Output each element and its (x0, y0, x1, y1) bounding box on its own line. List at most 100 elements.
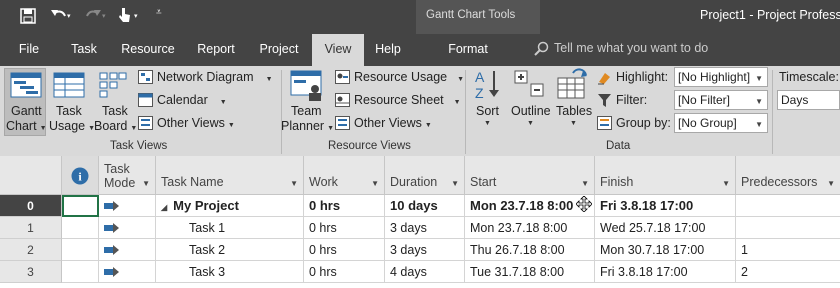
task-name-cell[interactable]: Task 3 (156, 261, 304, 283)
tab-report[interactable]: Report (188, 34, 244, 66)
start-cell[interactable]: Tue 31.7.18 8:00 (465, 261, 595, 283)
timescale-combo[interactable]: Days (777, 90, 840, 110)
highlight-combo[interactable]: [No Highlight] ▼ (674, 67, 768, 87)
work-cell[interactable]: 0 hrs (304, 195, 385, 217)
resource-sheet-button[interactable]: Resource Sheet ▼ (354, 93, 461, 107)
start-cell[interactable]: Thu 26.7.18 8:00 (465, 239, 595, 261)
task-board-label-2[interactable]: Board ▼ (94, 119, 137, 133)
task-name-cell[interactable]: Task 2 (156, 239, 304, 261)
team-planner-label-1[interactable]: Team (291, 104, 322, 118)
tab-task[interactable]: Task (62, 34, 106, 66)
indicator-cell-selected[interactable] (62, 195, 99, 217)
task-mode-cell[interactable] (99, 239, 156, 261)
predecessors-header[interactable]: Predecessors ▼ (736, 156, 840, 195)
save-icon[interactable] (20, 8, 36, 24)
row-header[interactable]: 3 (0, 261, 62, 283)
finish-cell[interactable]: Fri 3.8.18 17:00 (595, 261, 736, 283)
sort-dropdown-icon[interactable]: ▼ (484, 120, 491, 127)
task-mode-cell[interactable] (99, 195, 156, 217)
duration-cell[interactable]: 4 days (385, 261, 465, 283)
tables-button[interactable]: Tables (556, 104, 592, 118)
filter-combo[interactable]: [No Filter] ▼ (674, 90, 768, 110)
svg-text:▾: ▾ (67, 13, 71, 20)
network-diagram-button[interactable]: Network Diagram ▼ (157, 70, 273, 84)
indicator-cell[interactable] (62, 217, 99, 239)
task-usage-label-2[interactable]: Usage ▼ (49, 119, 95, 133)
resource-views-group-label: Resource Views (328, 140, 411, 152)
other-resource-views-button[interactable]: Other Views ▼ (354, 116, 432, 130)
timescale-label: Timescale: (779, 70, 839, 84)
sort-button[interactable]: Sort (476, 104, 499, 118)
task-name-header[interactable]: Task Name ▼ (156, 156, 304, 195)
task-name-cell[interactable]: Task 1 (156, 217, 304, 239)
indicator-cell[interactable] (62, 261, 99, 283)
data-group-label: Data (606, 140, 631, 152)
team-planner-label-2[interactable]: Planner ▼ (281, 119, 334, 133)
svg-text:A: A (475, 69, 485, 85)
outline-icon (514, 70, 544, 97)
filter-label: Filter: (616, 93, 648, 107)
tables-dropdown-icon[interactable]: ▼ (570, 120, 577, 127)
highlight-label: Highlight: (616, 70, 669, 84)
svg-text:Z: Z (475, 85, 484, 100)
group-by-combo[interactable]: [No Group] ▼ (674, 113, 768, 133)
work-cell[interactable]: 0 hrs (304, 261, 385, 283)
finish-cell[interactable]: Fri 3.8.18 17:00 (595, 195, 736, 217)
undo-icon[interactable]: ▾ (50, 7, 72, 23)
tab-resource[interactable]: Resource (112, 34, 184, 66)
row-header[interactable]: 0 (0, 195, 62, 217)
group-separator (281, 70, 282, 154)
other-views-button[interactable]: Other Views ▼ (157, 116, 235, 130)
tell-me-input[interactable]: Tell me what you want to do (554, 41, 708, 55)
predecessors-cell[interactable] (736, 195, 840, 217)
calendar-button[interactable]: Calendar ▼ (157, 93, 227, 107)
predecessors-cell[interactable]: 1 (736, 239, 840, 261)
task-usage-icon (53, 72, 85, 98)
task-mode-header[interactable]: Task Mode ▼ (99, 156, 156, 195)
group-separator (465, 70, 466, 154)
filter-icon (598, 94, 611, 107)
outline-dropdown-icon[interactable]: ▼ (527, 120, 534, 127)
indicator-cell[interactable] (62, 239, 99, 261)
duration-header[interactable]: Duration ▼ (385, 156, 465, 195)
touch-mode-icon[interactable]: ▾ (116, 6, 142, 24)
work-cell[interactable]: 0 hrs (304, 239, 385, 261)
resource-usage-icon (335, 70, 350, 84)
task-usage-label-1[interactable]: Task (56, 104, 82, 118)
finish-header[interactable]: Finish ▼ (595, 156, 736, 195)
tab-format[interactable]: Format (440, 34, 496, 66)
customize-qat-icon[interactable]: ⩡ (156, 7, 162, 18)
resource-usage-button[interactable]: Resource Usage ▼ (354, 70, 464, 84)
tab-file[interactable]: File (8, 34, 50, 66)
gantt-chart-icon (10, 72, 42, 98)
tab-view[interactable]: View (312, 34, 364, 66)
duration-cell[interactable]: 3 days (385, 239, 465, 261)
tab-project[interactable]: Project (250, 34, 308, 66)
row-header[interactable]: 1 (0, 217, 62, 239)
search-icon (534, 41, 549, 56)
task-views-group-label: Task Views (110, 140, 168, 152)
select-all-corner[interactable] (0, 156, 62, 195)
outline-button[interactable]: Outline (511, 104, 551, 118)
predecessors-cell[interactable]: 2 (736, 261, 840, 283)
finish-cell[interactable]: Mon 30.7.18 17:00 (595, 239, 736, 261)
row-header[interactable]: 2 (0, 239, 62, 261)
task-mode-cell[interactable] (99, 261, 156, 283)
tables-icon (557, 68, 587, 99)
collapse-icon[interactable]: ◢ (161, 203, 167, 212)
task-mode-header-line2: Mode (104, 176, 136, 190)
svg-text:▾: ▾ (134, 13, 138, 20)
task-mode-cell[interactable] (99, 217, 156, 239)
duration-cell[interactable]: 3 days (385, 217, 465, 239)
start-header[interactable]: Start ▼ (465, 156, 595, 195)
indicators-header[interactable]: i (62, 156, 99, 195)
work-header[interactable]: Work ▼ (304, 156, 385, 195)
tab-help[interactable]: Help (366, 34, 410, 66)
finish-cell[interactable]: Wed 25.7.18 17:00 (595, 217, 736, 239)
task-board-label-1[interactable]: Task (102, 104, 128, 118)
duration-cell[interactable]: 10 days (385, 195, 465, 217)
start-cell[interactable]: Mon 23.7.18 8:00 (465, 217, 595, 239)
task-name-cell[interactable]: ◢ My Project (156, 195, 304, 217)
predecessors-cell[interactable] (736, 217, 840, 239)
work-cell[interactable]: 0 hrs (304, 217, 385, 239)
